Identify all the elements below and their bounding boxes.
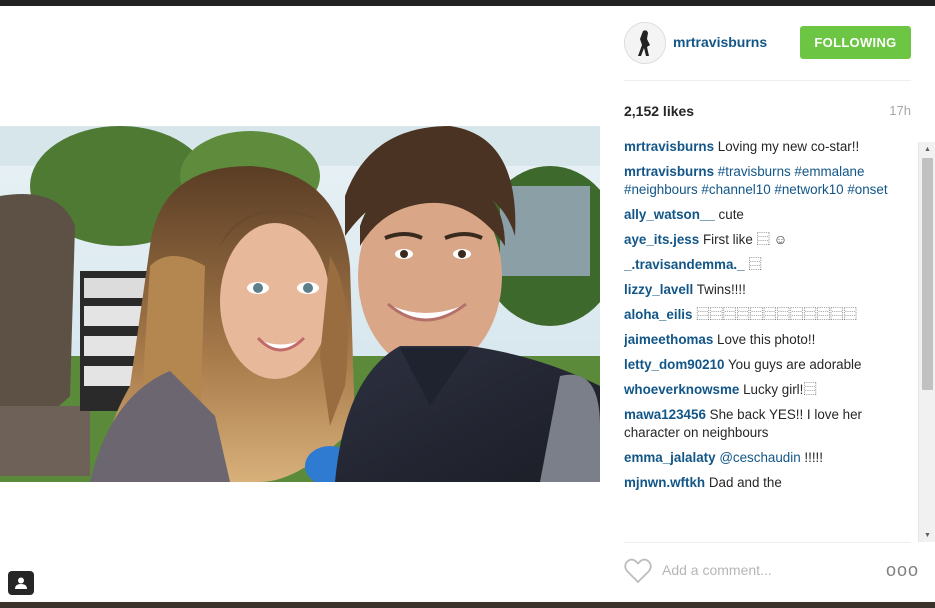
comment-text: Loving my new co-star!! (717, 139, 860, 154)
post-header: mrtravisburns FOLLOWING (624, 22, 911, 64)
background-strip-bottom (0, 602, 935, 608)
list-item: jaimeethomas Love this photo!! (624, 331, 916, 349)
comment-username[interactable]: lizzy_lavell (624, 282, 693, 297)
photo-panel (0, 6, 600, 602)
following-button[interactable]: FOLLOWING (800, 26, 911, 59)
list-item: aloha_eilis ⿳⿳⿳⿳⿳⿳⿳⿳⿳⿳⿳⿳ (624, 306, 916, 324)
avatar[interactable] (624, 22, 666, 64)
comment-username[interactable]: _.travisandemma._ (624, 257, 745, 272)
comment-username[interactable]: jaimeethomas (624, 332, 713, 347)
scroll-thumb[interactable] (922, 158, 933, 390)
comment-text: ⿳⿳⿳⿳⿳⿳⿳⿳⿳⿳⿳⿳ (696, 307, 857, 322)
comment-list: mrtravisburns Loving my new co-star!! mr… (624, 138, 916, 538)
list-item: aye_its.jess First like ⿳ ☺ (624, 231, 916, 249)
comment-text: ⿳ (748, 257, 762, 272)
list-item: mawa123456 She back YES!! I love her cha… (624, 406, 916, 442)
post-modal: mrtravisburns FOLLOWING 2,152 likes 17h … (0, 6, 935, 602)
comment-text: Love this photo!! (717, 332, 816, 347)
comment-text: You guys are adorable (727, 357, 862, 372)
list-item: _.travisandemma._ ⿳ (624, 256, 916, 274)
header-divider (624, 80, 911, 81)
list-item: ally_watson__ cute (624, 206, 916, 224)
add-comment-input[interactable] (662, 560, 862, 580)
heart-icon (624, 558, 652, 584)
comment-divider (624, 542, 911, 543)
list-item: emma_jalalaty @ceschaudin !!!!! (624, 449, 916, 467)
list-item: lizzy_lavell Twins!!!! (624, 281, 916, 299)
comment-username[interactable]: whoeverknowsme (624, 382, 739, 397)
list-item: mrtravisburns #travisburns #emmalane #ne… (624, 163, 916, 199)
list-item: mjnwn.wftkh Dad and the (624, 474, 916, 492)
comment-username[interactable]: mjnwn.wftkh (624, 475, 705, 490)
comment-username[interactable]: aloha_eilis (624, 307, 692, 322)
list-item: letty_dom90210 You guys are adorable (624, 356, 916, 374)
comment-username[interactable]: mrtravisburns (624, 139, 714, 154)
comment-username[interactable]: mawa123456 (624, 407, 706, 422)
more-options-icon[interactable]: ooo (886, 560, 919, 581)
scroll-up-icon[interactable]: ▲ (919, 142, 935, 156)
post-author-username[interactable]: mrtravisburns (673, 34, 767, 50)
comment-username[interactable]: emma_jalalaty (624, 450, 716, 465)
post-timestamp[interactable]: 17h (889, 103, 911, 118)
like-button[interactable] (624, 558, 652, 584)
list-item: whoeverknowsme Lucky girl!⿳ (624, 381, 916, 399)
comment-username[interactable]: ally_watson__ (624, 207, 715, 222)
comment-mention[interactable]: @ceschaudin (719, 450, 800, 465)
comment-username[interactable]: aye_its.jess (624, 232, 699, 247)
user-tag-button[interactable] (8, 571, 34, 595)
comment-username[interactable]: letty_dom90210 (624, 357, 724, 372)
comment-scrollbar[interactable]: ▲ ▼ (918, 142, 935, 542)
comment-text: Lucky girl!⿳ (743, 382, 817, 397)
list-item: mrtravisburns Loving my new co-star!! (624, 138, 916, 156)
comment-text: First like ⿳ ☺ (702, 232, 788, 247)
comment-text: Dad and the (708, 475, 782, 490)
comment-text: cute (718, 207, 744, 222)
post-photo[interactable] (0, 126, 600, 482)
comment-text: Twins!!!! (696, 282, 746, 297)
like-count[interactable]: 2,152 likes (624, 103, 694, 119)
comment-bar: ooo (624, 554, 918, 586)
scroll-down-icon[interactable]: ▼ (919, 528, 935, 542)
comment-text: !!!!! (804, 450, 823, 465)
user-tag-icon (15, 577, 27, 589)
post-sidebar: mrtravisburns FOLLOWING 2,152 likes 17h … (600, 6, 935, 602)
comment-username[interactable]: mrtravisburns (624, 164, 714, 179)
